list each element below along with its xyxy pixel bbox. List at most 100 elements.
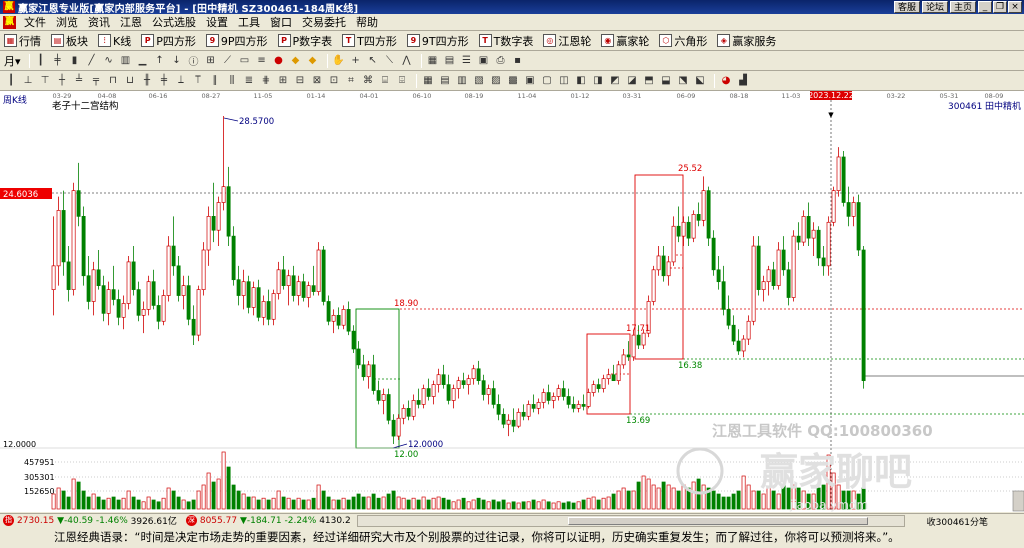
calendar-icon[interactable]: ▣: [477, 54, 491, 68]
tool-af-icon[interactable]: ◫: [557, 74, 571, 88]
minimize-button[interactable]: _: [978, 1, 992, 13]
tool-ag-icon[interactable]: ◧: [574, 74, 588, 88]
save-icon[interactable]: ▪: [511, 54, 525, 68]
chart-grid-icon[interactable]: ▦: [426, 54, 440, 68]
arrow-up-icon[interactable]: ↑: [153, 54, 167, 68]
tool-q-icon[interactable]: ⊟: [293, 74, 307, 88]
toolbar-item-10[interactable]: ◉ 赢家轮: [601, 33, 649, 49]
info-icon[interactable]: ⓘ: [187, 54, 201, 68]
index2-quote[interactable]: 深 8055.77 ▼-184.71 -2.24% 4130.2: [183, 515, 351, 526]
tool-i-icon[interactable]: ╪: [157, 74, 171, 88]
toolbar-item-11[interactable]: ⬡ 六角形: [659, 33, 707, 49]
tool-a-icon[interactable]: ⊥: [21, 74, 35, 88]
menu-tools[interactable]: 工具: [233, 14, 265, 30]
tool-ai-icon[interactable]: ◩: [608, 74, 622, 88]
tool-l-icon[interactable]: ∥: [208, 74, 222, 88]
zigzag-icon[interactable]: ⋀: [400, 54, 414, 68]
candle-icon[interactable]: ▮: [68, 54, 82, 68]
tool-ad-icon[interactable]: ▣: [523, 74, 537, 88]
wave-icon[interactable]: ∿: [102, 54, 116, 68]
forum-link[interactable]: 论坛: [921, 1, 948, 13]
toolbar-item-2[interactable]: ⫶ K线: [98, 33, 131, 49]
table-icon[interactable]: ▤: [443, 54, 457, 68]
tool-w-icon[interactable]: ⌹: [395, 74, 409, 88]
menu-formula-select[interactable]: 公式选股: [147, 14, 201, 30]
toolbar-item-0[interactable]: ▦ 行情: [4, 33, 41, 49]
tool-x-icon[interactable]: ▦: [421, 74, 435, 88]
tool-k-icon[interactable]: ⟙: [191, 74, 205, 88]
toolbar-item-7[interactable]: 9 9T四方形: [406, 33, 469, 49]
pie-icon[interactable]: ◕: [719, 74, 733, 88]
toolbar-item-9[interactable]: ◎ 江恩轮: [543, 33, 591, 49]
tool-ac-icon[interactable]: ▩: [506, 74, 520, 88]
gann-fan-icon[interactable]: ⟋: [221, 54, 235, 68]
tool-ab-icon[interactable]: ▨: [489, 74, 503, 88]
bar-chart-icon[interactable]: ▥: [119, 54, 133, 68]
menu-gann[interactable]: 江恩: [115, 14, 147, 30]
tool-b-icon[interactable]: ⊤: [38, 74, 52, 88]
toolbar-item-6[interactable]: T T四方形: [342, 33, 397, 49]
homepage-link[interactable]: 主页: [949, 1, 976, 13]
tool-d-icon[interactable]: ╧: [72, 74, 86, 88]
tool-y-icon[interactable]: ▤: [438, 74, 452, 88]
toolbar-item-4[interactable]: 9 9P四方形: [205, 33, 268, 49]
tool-h-icon[interactable]: ╫: [140, 74, 154, 88]
red-circle-icon[interactable]: ●: [272, 54, 286, 68]
tool-v-icon[interactable]: ⌸: [378, 74, 392, 88]
tool-ae-icon[interactable]: ▢: [540, 74, 554, 88]
fib-icon[interactable]: ≡: [255, 54, 269, 68]
tool-f-icon[interactable]: ⊓: [106, 74, 120, 88]
tool-e-icon[interactable]: ╤: [89, 74, 103, 88]
tool-j-icon[interactable]: ⟘: [174, 74, 188, 88]
hand-icon[interactable]: ✋: [332, 54, 346, 68]
menu-trade[interactable]: 交易委托: [297, 14, 351, 30]
tool-am-icon[interactable]: ⬔: [676, 74, 690, 88]
tool-m-icon[interactable]: ⫼: [225, 74, 239, 88]
tool-ak-icon[interactable]: ⬒: [642, 74, 656, 88]
tool-r-icon[interactable]: ⊠: [310, 74, 324, 88]
tool-n-icon[interactable]: ≣: [242, 74, 256, 88]
restore-button[interactable]: ❐: [993, 1, 1007, 13]
horizontal-scrollbar[interactable]: [357, 515, 905, 527]
menu-file[interactable]: 文件: [19, 14, 51, 30]
tool-s-icon[interactable]: ⊡: [327, 74, 341, 88]
menu-browse[interactable]: 浏览: [51, 14, 83, 30]
crosshair-icon[interactable]: +: [349, 54, 363, 68]
menu-help[interactable]: 帮助: [351, 14, 383, 30]
menu-news[interactable]: 资讯: [83, 14, 115, 30]
tool-al-icon[interactable]: ⬓: [659, 74, 673, 88]
diamond-icon[interactable]: ◆: [289, 54, 303, 68]
tool-aa-icon[interactable]: ▧: [472, 74, 486, 88]
close-button[interactable]: ×: [1008, 1, 1022, 13]
toolbar-item-3[interactable]: P P四方形: [141, 33, 196, 49]
bar-graph-icon[interactable]: ▟: [736, 74, 750, 88]
pointer-icon[interactable]: ↖: [366, 54, 380, 68]
print-icon[interactable]: ⎙: [494, 54, 508, 68]
tool-an-icon[interactable]: ⬕: [693, 74, 707, 88]
tool-g-icon[interactable]: ⊔: [123, 74, 137, 88]
tool-c-icon[interactable]: ┼: [55, 74, 69, 88]
arrow-down-icon[interactable]: ↓: [170, 54, 184, 68]
menu-logo-icon[interactable]: 赢: [3, 15, 16, 29]
index1-quote[interactable]: 指 2730.15 ▼-40.59 -1.46% 3926.61亿: [0, 514, 177, 527]
toolbar-item-1[interactable]: ▤ 板块: [51, 33, 88, 49]
bar-tool-icon[interactable]: ┃: [4, 74, 18, 88]
box-icon[interactable]: ▭: [238, 54, 252, 68]
menu-window[interactable]: 窗口: [265, 14, 297, 30]
grid-icon[interactable]: ⊞: [204, 54, 218, 68]
tick-data-label[interactable]: 收300461分笔: [927, 515, 988, 528]
scrollbar-thumb[interactable]: [568, 517, 868, 525]
tool-aj-icon[interactable]: ◪: [625, 74, 639, 88]
weekly-kline-chart[interactable]: 03-29 04-08 06-16 08-27 11-05 01-14 04-01 06-10…: [0, 91, 1024, 512]
tool-u-icon[interactable]: ⌘: [361, 74, 375, 88]
menu-settings[interactable]: 设置: [201, 14, 233, 30]
diamond2-icon[interactable]: ◆: [306, 54, 320, 68]
us-bar-icon[interactable]: ╪: [51, 54, 65, 68]
toolbar-item-5[interactable]: P P数字表: [277, 33, 332, 49]
kline-bar-icon[interactable]: ┃: [34, 54, 48, 68]
volume-icon[interactable]: ▁: [136, 54, 150, 68]
tool-z-icon[interactable]: ▥: [455, 74, 469, 88]
toolbar-item-12[interactable]: ◈ 赢家服务: [717, 33, 776, 49]
toolbar-item-8[interactable]: T T数字表: [478, 33, 533, 49]
line-chart-icon[interactable]: ╱: [85, 54, 99, 68]
